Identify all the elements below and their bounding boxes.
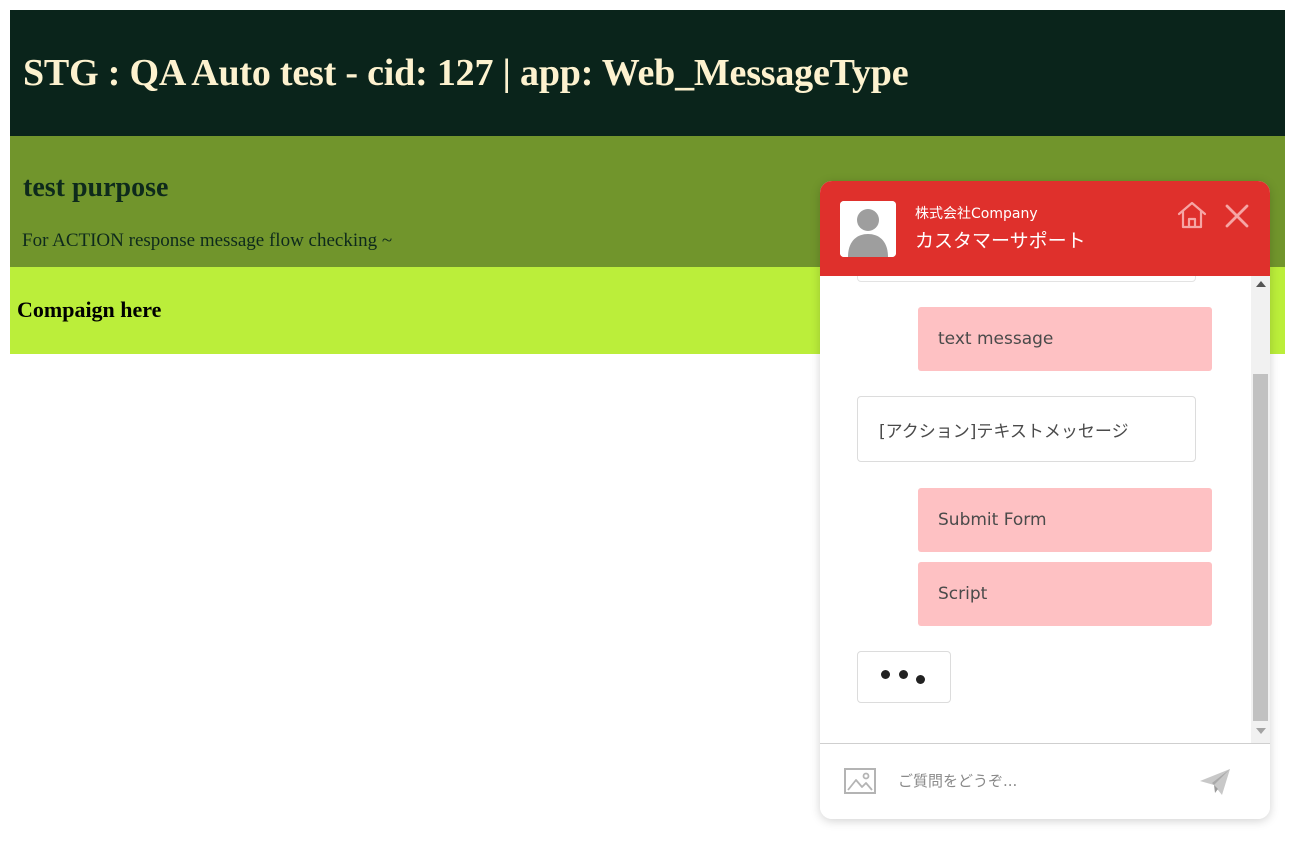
chat-message-list[interactable]: text message [アクション]テキストメッセージ Submit For… bbox=[820, 276, 1270, 743]
user-message: Script bbox=[918, 562, 1212, 626]
image-upload-button[interactable] bbox=[843, 766, 877, 796]
close-button[interactable] bbox=[1223, 202, 1251, 230]
scrollbar-thumb[interactable] bbox=[1253, 374, 1268, 721]
user-message-text: Script bbox=[938, 584, 988, 604]
user-message: Submit Form bbox=[918, 488, 1212, 552]
chat-widget: 株式会社Company カスタマーサポート text message [アクショ… bbox=[820, 181, 1270, 819]
send-button[interactable] bbox=[1198, 766, 1232, 798]
image-icon bbox=[844, 768, 876, 794]
chat-scrollbar[interactable] bbox=[1251, 276, 1270, 743]
user-message-text: text message bbox=[938, 329, 1054, 349]
send-icon bbox=[1200, 769, 1230, 795]
user-message-text: Submit Form bbox=[938, 510, 1047, 530]
campaign-heading: Compaign here bbox=[17, 297, 162, 322]
previous-message-bubble bbox=[857, 276, 1196, 282]
typing-dot bbox=[881, 670, 890, 679]
scroll-up-arrow-icon[interactable] bbox=[1256, 281, 1266, 287]
bot-message: [アクション]テキストメッセージ bbox=[857, 396, 1196, 462]
page-title: STG : QA Auto test - cid: 127 | app: Web… bbox=[23, 52, 909, 94]
scroll-down-arrow-icon[interactable] bbox=[1256, 728, 1266, 734]
message-input[interactable] bbox=[898, 766, 1188, 796]
typing-dot bbox=[899, 670, 908, 679]
home-icon bbox=[1177, 201, 1207, 229]
chat-footer bbox=[820, 743, 1270, 819]
support-title: カスタマーサポート bbox=[915, 230, 1086, 252]
typing-dot bbox=[916, 675, 925, 684]
close-icon bbox=[1225, 204, 1249, 228]
purpose-heading: test purpose bbox=[23, 172, 169, 203]
site-header: STG : QA Auto test - cid: 127 | app: Web… bbox=[10, 10, 1285, 136]
purpose-description: For ACTION response message flow checkin… bbox=[22, 230, 393, 251]
typing-indicator bbox=[857, 651, 951, 703]
chat-header: 株式会社Company カスタマーサポート bbox=[820, 181, 1270, 276]
user-message: text message bbox=[918, 307, 1212, 371]
home-button[interactable] bbox=[1176, 200, 1208, 230]
company-name: 株式会社Company bbox=[915, 206, 1038, 222]
bot-message-text: [アクション]テキストメッセージ bbox=[879, 421, 1129, 442]
person-avatar-icon bbox=[840, 201, 896, 257]
